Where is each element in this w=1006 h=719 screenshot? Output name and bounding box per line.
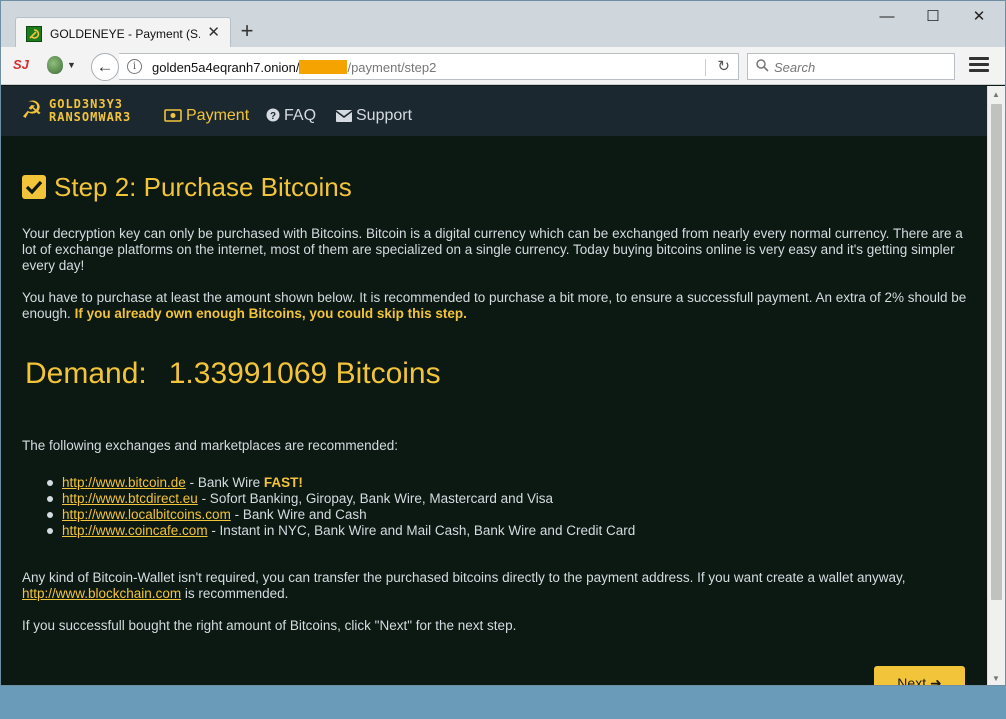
question-icon: ?	[266, 108, 280, 122]
reload-icon[interactable]: ↻	[717, 57, 730, 75]
search-icon	[756, 59, 769, 72]
maximize-icon[interactable]: ☐	[919, 7, 947, 27]
back-button[interactable]: ←	[91, 53, 119, 81]
hammer-sickle-icon: ☭	[21, 97, 43, 124]
browser-window: GOLDENEYE - Payment (S... ✕ + — ☐ ✕ SJ ▼…	[0, 0, 1006, 686]
exchange-link[interactable]: http://www.btcdirect.eu	[62, 491, 198, 506]
scrollbar[interactable]: ▲ ▼	[987, 86, 1005, 685]
exchange-link[interactable]: http://www.localbitcoins.com	[62, 507, 231, 522]
skip-step-highlight: If you already own enough Bitcoins, you …	[74, 306, 467, 321]
close-tab-icon[interactable]: ✕	[207, 24, 220, 42]
exchange-link[interactable]: http://www.coincafe.com	[62, 523, 208, 538]
url-bar[interactable]: i golden5a4eqranh7.onion//payment/step2 …	[119, 53, 739, 80]
goldeneye-logo[interactable]: ☭ GOLD3N3Y3 RANSOMWAR3	[21, 96, 147, 126]
tab-title: GOLDENEYE - Payment (S...	[50, 27, 200, 41]
exchange-list: http://www.bitcoin.de - Bank Wire FAST! …	[41, 475, 941, 539]
exchange-link[interactable]: http://www.bitcoin.de	[62, 475, 186, 490]
page-content: ☭ GOLD3N3Y3 RANSOMWAR3 Payment ? FAQ Supp…	[1, 86, 987, 685]
nav-support[interactable]: Support	[335, 107, 412, 125]
envelope-icon	[335, 110, 353, 122]
page-title: Step 2: Purchase Bitcoins	[22, 172, 352, 203]
demand-value: 1.33991069 Bitcoins	[168, 357, 441, 390]
svg-text:?: ?	[270, 111, 276, 122]
redaction-mark	[299, 60, 348, 74]
list-item: http://www.btcdirect.eu - Sofort Banking…	[41, 491, 941, 507]
search-placeholder: Search	[774, 60, 816, 75]
hammer-sickle-favicon-icon	[26, 26, 42, 42]
next-info: If you successfull bought the right amou…	[22, 618, 517, 633]
intro-paragraph: Your decryption key can only be purchase…	[22, 226, 963, 273]
minimize-icon[interactable]: —	[873, 7, 901, 27]
info-icon[interactable]: i	[127, 59, 142, 74]
site-navbar: ☭ GOLD3N3Y3 RANSOMWAR3 Payment ? FAQ Supp…	[1, 86, 987, 136]
list-item: http://www.bitcoin.de - Bank Wire FAST!	[41, 475, 941, 491]
url-text[interactable]: golden5a4eqranh7.onion//payment/step2	[152, 60, 436, 75]
wallet-paragraph: Any kind of Bitcoin-Wallet isn't require…	[22, 570, 906, 601]
browser-tab[interactable]: GOLDENEYE - Payment (S... ✕	[15, 17, 231, 49]
scroll-down-icon[interactable]: ▼	[992, 674, 1000, 683]
money-icon	[164, 109, 182, 122]
list-item: http://www.coincafe.com - Instant in NYC…	[41, 523, 941, 539]
scrollbar-thumb[interactable]	[991, 104, 1002, 600]
checkbox-check-icon	[22, 175, 46, 199]
scroll-up-icon[interactable]: ▲	[992, 90, 1000, 99]
close-window-icon[interactable]: ✕	[965, 7, 993, 27]
url-divider	[705, 59, 706, 76]
search-input[interactable]: Search	[747, 53, 955, 80]
nav-payment[interactable]: Payment	[164, 107, 249, 125]
new-tab-button[interactable]: +	[237, 19, 257, 43]
next-button[interactable]: Next ➜	[874, 666, 965, 685]
extension-sj-icon[interactable]: SJ	[13, 57, 29, 72]
title-bar: GOLDENEYE - Payment (S... ✕ + — ☐ ✕	[1, 1, 1005, 49]
tor-onion-icon[interactable]	[47, 56, 63, 74]
list-item: http://www.localbitcoins.com - Bank Wire…	[41, 507, 941, 523]
chevron-down-icon[interactable]: ▼	[67, 60, 76, 70]
hamburger-menu-icon[interactable]	[969, 57, 989, 75]
amount-paragraph: You have to purchase at least the amount…	[22, 290, 967, 321]
blockchain-link[interactable]: http://www.blockchain.com	[22, 586, 181, 601]
nav-faq[interactable]: ? FAQ	[266, 107, 316, 125]
navigation-bar: SJ ▼ ← i golden5a4eqranh7.onion//payment…	[1, 47, 1005, 85]
exchanges-intro: The following exchanges and marketplaces…	[22, 438, 398, 453]
demand-amount: Demand: 1.33991069 Bitcoins	[25, 357, 441, 390]
